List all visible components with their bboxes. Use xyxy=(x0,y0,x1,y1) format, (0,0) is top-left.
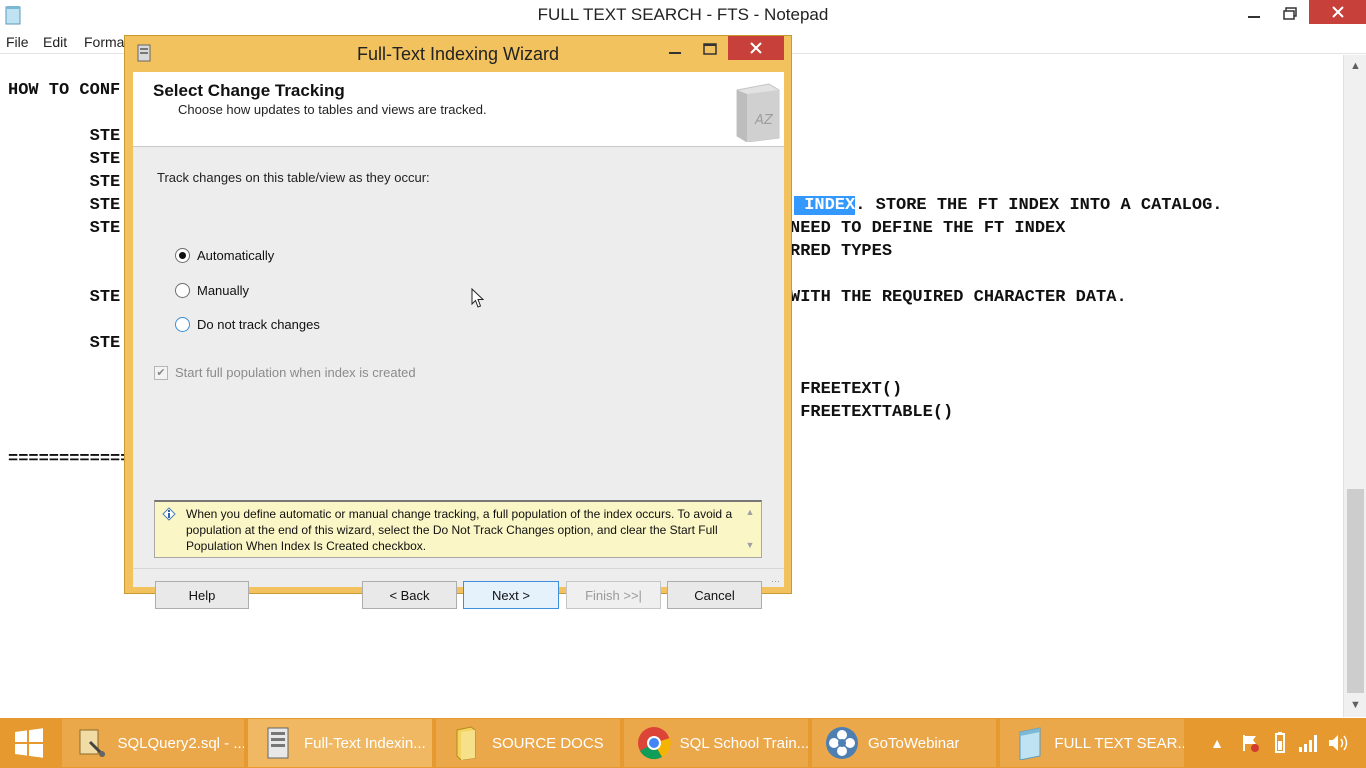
footer-divider xyxy=(133,568,784,569)
taskbar-label: GoToWebinar xyxy=(868,734,960,752)
close-button[interactable] xyxy=(1309,0,1366,24)
book-az-icon: AZ xyxy=(736,83,780,142)
page-title: Select Change Tracking xyxy=(153,81,345,100)
wizard-titlebar[interactable]: Full-Text Indexing Wizard xyxy=(125,36,791,70)
editor-line-right: WITH THE REQUIRED CHARACTER DATA. xyxy=(790,288,1127,307)
editor-line-right: NEED TO DEFINE THE FT INDEX xyxy=(790,219,1066,238)
wizard-app-icon xyxy=(260,725,296,761)
menu-file[interactable]: File xyxy=(6,34,29,50)
radio-label: Do not track changes xyxy=(197,316,320,332)
radio-label: Manually xyxy=(197,282,250,298)
back-button[interactable]: < Back xyxy=(362,581,457,609)
wizard-maximize-button[interactable] xyxy=(692,36,728,62)
gotowebinar-icon xyxy=(824,725,860,761)
next-button[interactable]: Next > xyxy=(463,581,559,609)
radio-manually[interactable]: Manually xyxy=(175,281,249,299)
cancel-button[interactable]: Cancel xyxy=(667,581,762,609)
finish-button: Finish >>| xyxy=(566,581,661,609)
taskbar-item-chrome[interactable]: SQL School Train... xyxy=(624,719,808,767)
restore-button[interactable] xyxy=(1272,0,1308,26)
start-full-population-option: ✔ Start full population when index is cr… xyxy=(154,365,416,380)
editor-line-right: INDEX. STORE THE FT INDEX INTO A CATALOG… xyxy=(794,196,1223,215)
show-hidden-icons-icon[interactable]: ▲ xyxy=(1206,718,1228,768)
scroll-up-icon[interactable]: ▲ xyxy=(1349,60,1362,73)
minimize-icon xyxy=(1248,16,1260,18)
taskbar-item-sqlquery[interactable]: SQLQuery2.sql - ... xyxy=(62,719,244,767)
editor-line: STE xyxy=(8,127,121,146)
taskbar: SQLQuery2.sql - ... Full-Text Indexin...… xyxy=(0,718,1366,768)
checkbox-label: Start full population when index is crea… xyxy=(175,365,416,380)
wizard-client-area: Select Change Tracking Choose how update… xyxy=(133,72,784,609)
mouse-cursor-icon xyxy=(471,288,485,308)
editor-line: STE xyxy=(8,173,121,192)
editor-line: ============ xyxy=(8,450,131,469)
taskbar-label: SQLQuery2.sql - ... xyxy=(117,734,244,752)
menu-format[interactable]: Forma xyxy=(84,34,124,50)
editor-line: STE xyxy=(8,219,121,238)
radio-button[interactable] xyxy=(175,247,190,263)
minimize-button[interactable] xyxy=(1234,0,1274,26)
scroll-up-icon[interactable]: ▲ xyxy=(744,507,756,517)
taskbar-item-source-docs[interactable]: SOURCE DOCS xyxy=(436,719,620,767)
close-icon xyxy=(1331,6,1344,18)
taskbar-item-fulltext-wizard[interactable]: Full-Text Indexin... xyxy=(248,719,432,767)
start-button[interactable] xyxy=(0,718,58,768)
wizard-minimize-button[interactable] xyxy=(657,36,693,62)
wizard-header: Select Change Tracking Choose how update… xyxy=(133,72,784,147)
wizard-close-button[interactable] xyxy=(728,36,784,60)
network-signal-icon[interactable] xyxy=(1296,718,1320,768)
tracking-prompt: Track changes on this table/view as they… xyxy=(157,170,430,185)
taskbar-label: FULL TEXT SEAR... xyxy=(1054,734,1184,752)
notepad-titlebar: FULL TEXT SEARCH - FTS - Notepad xyxy=(0,0,1366,30)
menu-edit[interactable]: Edit xyxy=(43,34,67,50)
info-panel: When you define automatic or manual chan… xyxy=(154,500,762,558)
radio-button[interactable] xyxy=(175,316,190,332)
minimize-icon xyxy=(669,52,681,54)
scroll-down-icon[interactable]: ▼ xyxy=(744,540,756,550)
editor-line: STE xyxy=(8,150,121,169)
text-selection: INDEX xyxy=(794,196,856,215)
info-scrollbar[interactable]: ▲ ▼ xyxy=(741,504,759,554)
scroll-down-icon[interactable]: ▼ xyxy=(1349,699,1362,712)
radio-do-not-track[interactable]: Do not track changes xyxy=(175,315,320,333)
help-button[interactable]: Help xyxy=(155,581,249,609)
editor-line: STE xyxy=(8,334,121,353)
full-text-indexing-wizard: Full-Text Indexing Wizard Select Change … xyxy=(124,35,792,609)
action-center-flag-icon[interactable] xyxy=(1238,718,1264,768)
sql-query-icon xyxy=(74,725,109,761)
maximize-icon xyxy=(703,43,717,55)
editor-line: STE xyxy=(8,196,121,215)
taskbar-label: SOURCE DOCS xyxy=(492,734,604,752)
radio-automatically[interactable]: Automatically xyxy=(175,246,274,264)
scrollbar-thumb[interactable] xyxy=(1347,489,1364,693)
radio-button[interactable] xyxy=(175,282,190,298)
windows-logo-icon xyxy=(15,728,43,758)
vertical-scrollbar[interactable]: ▲ ▼ xyxy=(1343,55,1366,717)
volume-icon[interactable] xyxy=(1324,718,1352,768)
notepad-title: FULL TEXT SEARCH - FTS - Notepad xyxy=(537,5,829,24)
editor-line-right: RRED TYPES xyxy=(790,242,893,261)
taskbar-label: SQL School Train... xyxy=(679,734,808,752)
editor-line-right: FREETEXT() xyxy=(790,380,903,399)
restore-icon xyxy=(1283,6,1297,20)
editor-line: STE xyxy=(8,288,121,307)
editor-line-right: FREETEXTTABLE() xyxy=(790,403,954,422)
info-icon xyxy=(162,507,176,521)
taskbar-item-notepad[interactable]: FULL TEXT SEAR... xyxy=(1000,719,1184,767)
notepad-icon xyxy=(1012,725,1046,761)
chrome-icon xyxy=(636,725,672,761)
radio-label: Automatically xyxy=(197,247,275,263)
editor-line: HOW TO CONF xyxy=(8,81,121,100)
info-text: When you define automatic or manual chan… xyxy=(186,507,733,553)
page-subtitle: Choose how updates to tables and views a… xyxy=(178,102,487,117)
folder-icon xyxy=(448,725,484,761)
taskbar-label: Full-Text Indexin... xyxy=(304,734,426,752)
resize-grip-icon[interactable]: ⋯ xyxy=(771,576,783,588)
taskbar-item-gotowebinar[interactable]: GoToWebinar xyxy=(812,719,996,767)
checkbox: ✔ xyxy=(154,365,168,380)
close-icon xyxy=(750,42,762,54)
svg-text:AZ: AZ xyxy=(754,113,774,128)
power-icon[interactable] xyxy=(1268,718,1292,768)
